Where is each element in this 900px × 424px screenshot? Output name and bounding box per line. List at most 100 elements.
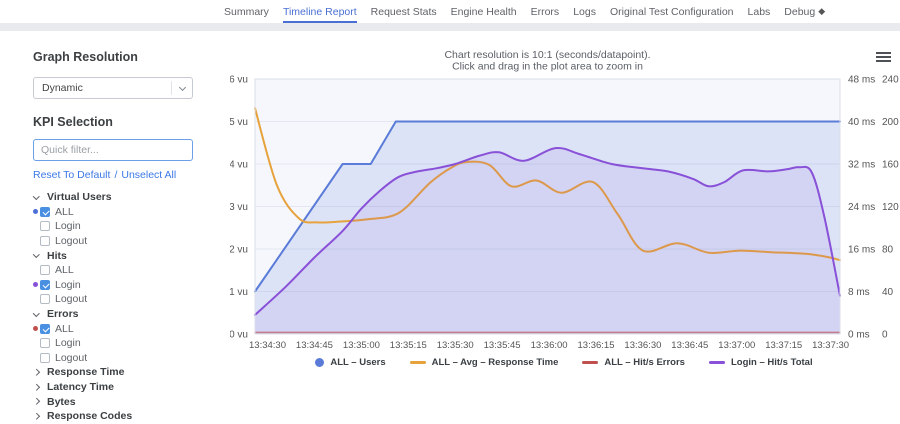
kpi-item-login[interactable]: Login [33, 336, 193, 351]
y-axis-count-tick: 120 [882, 202, 899, 213]
kpi-group-response-codes[interactable]: Response Codes [33, 409, 193, 424]
tab-errors[interactable]: Errors [531, 0, 560, 23]
legend-item-all-hit-s-errors[interactable]: ALL – Hit/s Errors [582, 357, 685, 368]
y-axis-vu-tick: 5 vu [230, 117, 248, 128]
kpi-group-latency-time[interactable]: Latency Time [33, 380, 193, 395]
chevron-down-icon [33, 251, 47, 258]
graph-resolution-select[interactable]: Dynamic [33, 77, 193, 99]
x-axis-tick: 13:37:00 [718, 340, 755, 351]
y-axis-ms-tick: 24 ms [848, 202, 875, 213]
chart-title-line2: Click and drag in the plot area to zoom … [452, 61, 643, 73]
top-navigation: Summary Timeline Report Request Stats Engin… [0, 0, 900, 23]
y-axis-vu-tick: 1 vu [230, 287, 248, 298]
y-axis-ms-tick: 32 ms [848, 160, 875, 171]
tree-label: Login [55, 278, 81, 291]
tree-label: Logout [55, 235, 88, 248]
y-axis-ms-tick: 0 ms [848, 330, 870, 341]
chart-menu-icon[interactable] [876, 52, 891, 64]
chart-title-line1: Chart resolution is 10:1 (seconds/datapo… [444, 49, 650, 61]
kpi-tree: Virtual Users ALL Login Logout Hits ALL Login L… [33, 190, 193, 424]
sidebar: Graph Resolution Dynamic KPI Selection R… [33, 50, 193, 424]
kpi-item-login[interactable]: Login [33, 278, 193, 293]
y-axis-vu-tick: 2 vu [230, 245, 248, 256]
x-axis-tick: 13:34:30 [249, 340, 286, 351]
checkbox-unchecked[interactable] [40, 236, 50, 247]
legend-label: ALL – Avg – Response Time [431, 357, 559, 368]
y-axis-count-tick: 240 [882, 75, 899, 86]
checkbox-unchecked[interactable] [40, 338, 50, 349]
chevron-right-icon [33, 369, 47, 376]
tab-original-test-configuration[interactable]: Original Test Configuration [610, 0, 734, 23]
kpi-group-virtual-users[interactable]: Virtual Users [33, 190, 193, 205]
tab-logs[interactable]: Logs [573, 0, 596, 23]
legend-item-all-users[interactable]: ALL – Users [315, 357, 386, 368]
kpi-group-response-time[interactable]: Response Time [33, 365, 193, 380]
tree-label: ALL [55, 205, 74, 218]
y-axis-count-tick: 200 [882, 117, 899, 128]
unselect-all-link[interactable]: Unselect All [121, 169, 176, 181]
kpi-quick-filter-input[interactable] [33, 139, 193, 161]
checkbox-unchecked[interactable] [40, 294, 50, 305]
tree-label: Login [55, 337, 81, 350]
tree-label: Bytes [47, 395, 76, 408]
legend-circle-icon [315, 358, 325, 367]
x-axis-tick: 13:35:30 [437, 340, 474, 351]
tab-label: Engine Health [450, 5, 517, 18]
kpi-item-all[interactable]: ALL [33, 263, 193, 278]
checkbox-unchecked[interactable] [40, 265, 50, 276]
y-axis-count-tick: 80 [882, 245, 894, 256]
tree-label: Login [55, 220, 81, 233]
tab-debug[interactable]: Debug ◆ [784, 0, 825, 23]
tab-label: Labs [747, 5, 771, 18]
series-color-dot [33, 326, 40, 332]
checkbox-checked[interactable] [40, 206, 50, 217]
x-axis-tick: 13:37:15 [765, 340, 802, 351]
x-axis-tick: 13:35:15 [390, 340, 427, 351]
chevron-right-icon [33, 383, 47, 391]
tab-label: Request Stats [370, 5, 437, 18]
kpi-group-bytes[interactable]: Bytes [33, 394, 193, 409]
chevron-right-icon [33, 413, 47, 420]
reset-to-default-link[interactable]: Reset To Default [33, 169, 110, 181]
tab-request-stats[interactable]: Request Stats [371, 0, 437, 23]
tree-label: Virtual Users [47, 191, 112, 204]
chevron-down-icon [33, 193, 47, 200]
tab-labs[interactable]: Labs [748, 0, 771, 23]
x-axis-tick: 13:36:00 [531, 340, 568, 351]
checkbox-checked[interactable] [40, 279, 50, 290]
series-color-dot [33, 209, 40, 215]
checkbox-checked[interactable] [40, 323, 50, 334]
y-axis-vu-tick: 6 vu [230, 75, 248, 86]
tree-label: ALL [55, 264, 74, 277]
kpi-item-logout[interactable]: Logout [33, 234, 193, 249]
kpi-selection-heading: KPI Selection [33, 115, 113, 129]
kpi-item-logout[interactable]: Logout [33, 351, 193, 366]
y-axis-ms-tick: 40 ms [848, 117, 875, 128]
tab-engine-health[interactable]: Engine Health [451, 0, 517, 23]
kpi-item-all[interactable]: ALL [33, 205, 193, 220]
y-axis-ms-tick: 8 ms [848, 287, 870, 298]
chart-legend: ALL – Users ALL – Avg – Response Time ALL … [230, 357, 898, 368]
kpi-group-errors[interactable]: Errors [33, 307, 193, 322]
tree-label: Logout [55, 293, 88, 306]
tab-timeline-report[interactable]: Timeline Report [282, 0, 357, 23]
graph-resolution-value: Dynamic [42, 82, 83, 94]
kpi-item-login[interactable]: Login [33, 219, 193, 234]
x-axis-tick: 13:36:15 [578, 340, 615, 351]
legend-label: Login – Hit/s Total [730, 357, 813, 368]
legend-item-all-avg-response-time[interactable]: ALL – Avg – Response Time [409, 357, 559, 368]
kpi-group-hits[interactable]: Hits [33, 248, 193, 263]
kpi-item-logout[interactable]: Logout [33, 292, 193, 307]
tab-label: Timeline Report [282, 5, 357, 18]
kpi-item-all[interactable]: ALL [33, 321, 193, 336]
checkbox-unchecked[interactable] [40, 352, 50, 363]
checkbox-unchecked[interactable] [40, 221, 50, 232]
legend-item-login-hit-s-total[interactable]: Login – Hit/s Total [708, 357, 813, 368]
timeline-chart[interactable]: Chart resolution is 10:1 (seconds/datapo… [230, 44, 900, 356]
tab-label: Errors [530, 5, 560, 18]
series-color-dot [33, 282, 40, 288]
y-axis-count-tick: 40 [882, 287, 894, 298]
tab-summary[interactable]: Summary [224, 0, 269, 23]
chevron-right-icon [33, 398, 47, 405]
y-axis-vu-tick: 3 vu [230, 202, 248, 213]
